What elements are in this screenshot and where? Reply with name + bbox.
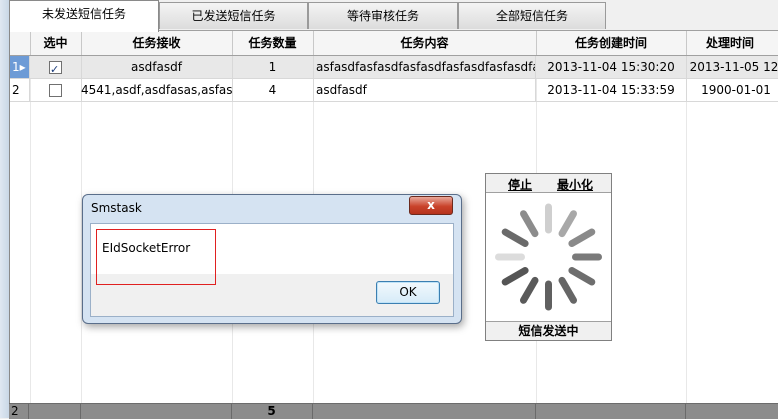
minimize-button[interactable]: 最小化 (557, 176, 593, 193)
widget-toolbar: 停止 最小化 (486, 174, 611, 193)
row-select-cell[interactable] (30, 79, 82, 101)
stop-button[interactable]: 停止 (508, 176, 532, 193)
row-indicator: 1▸ (10, 56, 30, 78)
row-indicator: 2 (10, 79, 30, 101)
tab-sent-tasks[interactable]: 已发送短信任务 (159, 2, 308, 29)
row-checkbox[interactable] (49, 84, 62, 97)
error-dialog: Smstask x EIdSocketError OK (82, 194, 462, 324)
footer-total: 5 (231, 404, 313, 419)
header-processed-time[interactable]: 处理时间 (686, 31, 778, 55)
dialog-body: EIdSocketError OK (90, 223, 454, 317)
row-count: 1 (232, 56, 314, 78)
window-left-edge (0, 0, 9, 418)
ok-button[interactable]: OK (376, 281, 440, 304)
sending-status-widget: 停止 最小化 短信发送中 (485, 173, 612, 341)
close-button[interactable]: x (409, 196, 453, 215)
footer-row-count: 2 (9, 404, 29, 419)
header-receiver[interactable]: 任务接收 (81, 31, 233, 55)
header-count[interactable]: 任务数量 (232, 31, 314, 55)
row-select-cell[interactable] (30, 56, 82, 78)
tab-pending-review[interactable]: 等待审核任务 (308, 2, 458, 29)
row-checkbox[interactable] (49, 59, 62, 78)
grid-header: 选中 任务接收 任务数量 任务内容 任务创建时间 处理时间 (10, 31, 778, 56)
row-content: asdfasdf (313, 79, 536, 101)
grid-footer: 2 5 (9, 403, 778, 419)
dialog-title: Smstask (91, 201, 142, 215)
header-select[interactable]: 选中 (30, 31, 82, 55)
tab-unsent-tasks[interactable]: 未发送短信任务 (9, 0, 159, 32)
error-highlight-box (96, 229, 216, 285)
dialog-message: EIdSocketError (102, 241, 191, 255)
row-created-time: 2013-11-04 15:30:20 (536, 56, 687, 78)
row-processed-time: 2013-11-05 12: (689, 60, 778, 74)
loading-spinner-icon (495, 203, 602, 311)
table-row[interactable]: 1▸ asdfasdf 1 asfasdfasfasdfasfasdfasfas… (10, 56, 778, 79)
header-created-time[interactable]: 任务创建时间 (536, 31, 687, 55)
table-row[interactable]: 2 4541,asdf,asdfasas,asfas 4 asdfasdf 20… (10, 79, 778, 102)
row-receiver: 4541,asdf,asdfasas,asfas (81, 79, 233, 101)
widget-status-text: 短信发送中 (486, 321, 611, 340)
header-indicator (10, 31, 31, 55)
header-content[interactable]: 任务内容 (313, 31, 537, 55)
row-content: asfasdfasfasdfasfasdfasfasdfasfasdfasfas… (313, 56, 536, 78)
tab-bar: 未发送短信任务 已发送短信任务 等待审核任务 全部短信任务 (9, 0, 778, 32)
tab-all-tasks[interactable]: 全部短信任务 (458, 2, 606, 29)
row-processed-time: 1900-01-01 (701, 83, 771, 97)
row-receiver: asdfasdf (81, 56, 233, 78)
row-count: 4 (232, 79, 314, 101)
row-created-time: 2013-11-04 15:33:59 (536, 79, 687, 101)
